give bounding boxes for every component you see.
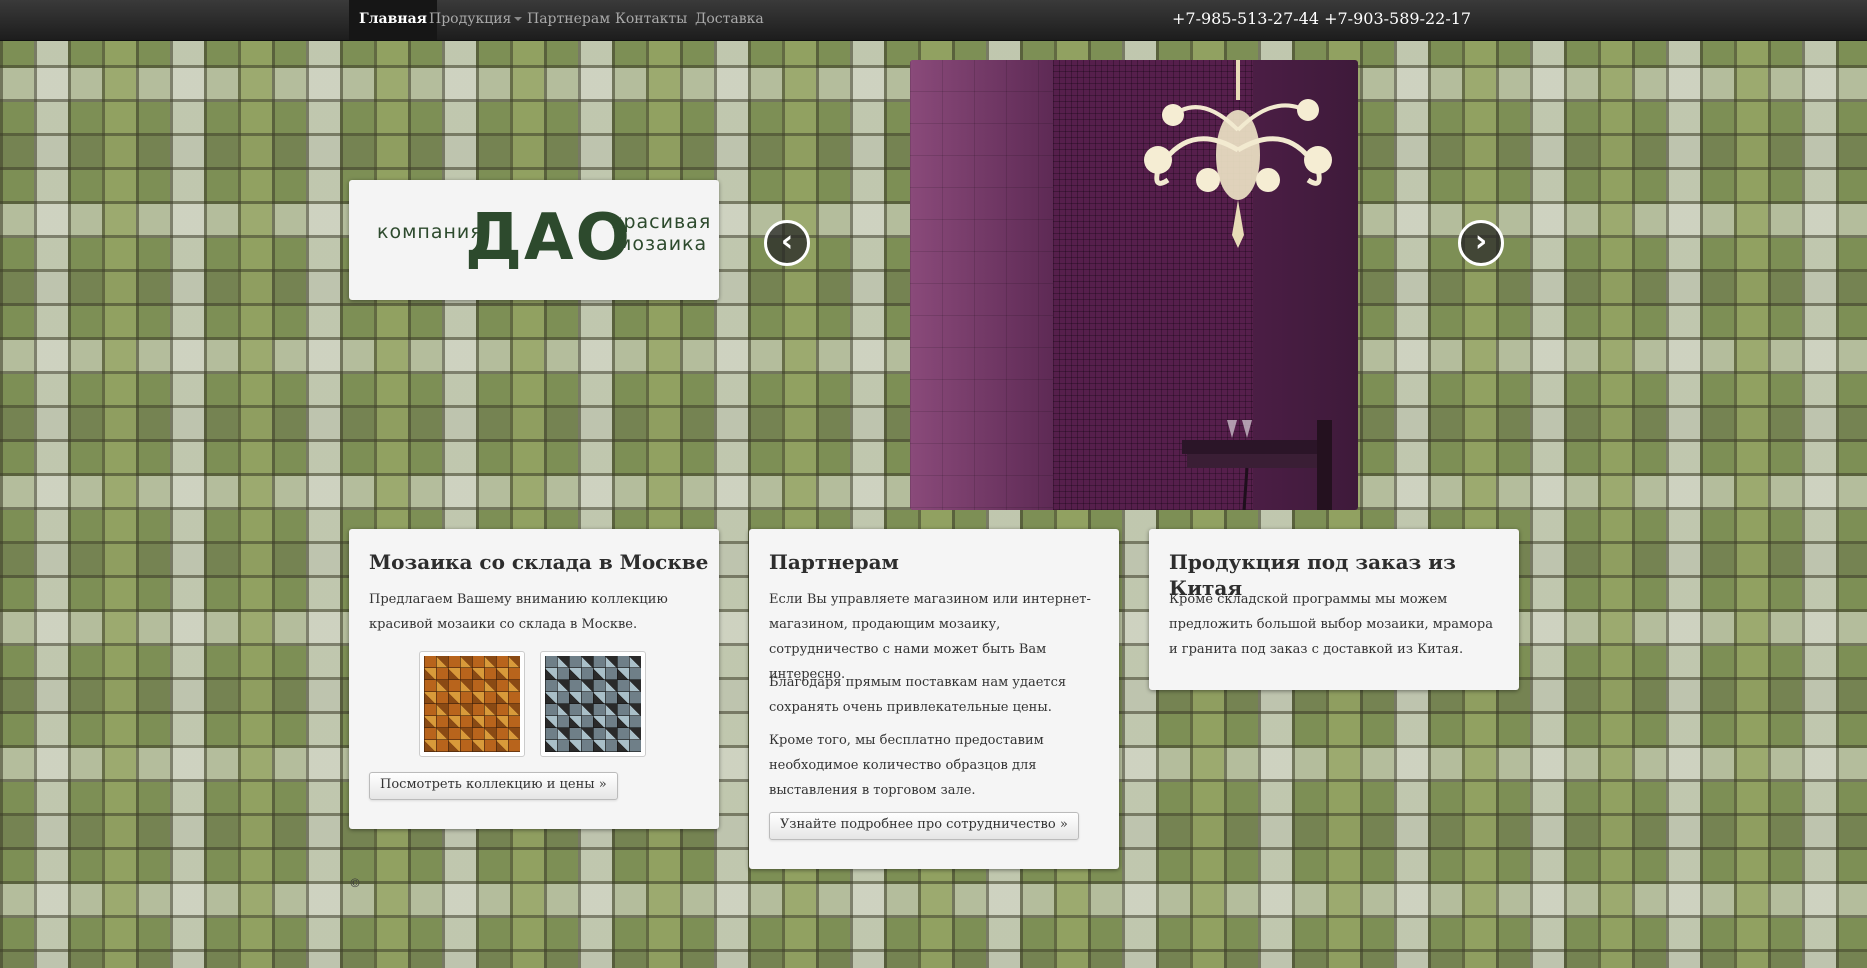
card-warehouse-title: Мозаика со склада в Москве (369, 550, 709, 574)
card-partners: Партнерам Если Вы управляете магазином и… (749, 529, 1119, 869)
logo-dao: ДАО (465, 201, 632, 275)
chevron-right-icon: › (1474, 224, 1488, 259)
company-logo[interactable]: компания ДАО красивая мозаика (349, 180, 719, 300)
card-partners-text-2: Благодаря прямым поставкам нам удается с… (769, 675, 1067, 715)
partnership-details-button[interactable]: Узнайте подробнее про сотрудничество » (769, 812, 1079, 840)
mosaic-thumb-amber[interactable] (419, 651, 525, 757)
phone-numbers: +7-985-513-27-44 +7-903-589-22-17 (1172, 9, 1472, 28)
top-navbar: Главная Продукция Партнерам Контакты Дос… (0, 0, 1867, 41)
logo-mosaic-word: мозаика (617, 233, 708, 255)
card-china-text: Кроме складской программы мы можем предл… (1169, 592, 1493, 657)
nav-item-products-label: Продукция (429, 11, 512, 27)
copyright-text: © (349, 876, 361, 890)
mosaic-thumb-grey[interactable] (540, 651, 646, 757)
card-china-orders: Продукция под заказ из Китая Кроме склад… (1149, 529, 1519, 690)
mosaic-amber-image (424, 656, 520, 752)
nav-item-products[interactable]: Продукция (419, 0, 532, 40)
card-partners-title: Партнерам (769, 550, 899, 574)
nav-item-contacts[interactable]: Контакты (605, 0, 697, 40)
chandelier-image (1144, 60, 1332, 248)
chevron-left-icon: ‹ (780, 224, 794, 259)
mosaic-grey-image (545, 656, 641, 752)
slide-wall-panel (910, 60, 1053, 510)
slider-prev-button[interactable]: ‹ (764, 220, 810, 266)
table-image (1182, 420, 1332, 510)
card-warehouse-text: Предлагаем Вашему вниманию коллекцию кра… (369, 592, 668, 632)
nav-item-delivery[interactable]: Доставка (685, 0, 774, 40)
view-collection-button[interactable]: Посмотреть коллекцию и цены » (369, 772, 618, 800)
card-partners-text-3: Кроме того, мы бесплатно предоставим нео… (769, 733, 1044, 798)
card-warehouse: Мозаика со склада в Москве Предлагаем Ва… (349, 529, 719, 829)
image-slider[interactable] (910, 60, 1358, 510)
logo-beautiful-word: красивая (611, 211, 712, 233)
slider-next-button[interactable]: › (1458, 220, 1504, 266)
